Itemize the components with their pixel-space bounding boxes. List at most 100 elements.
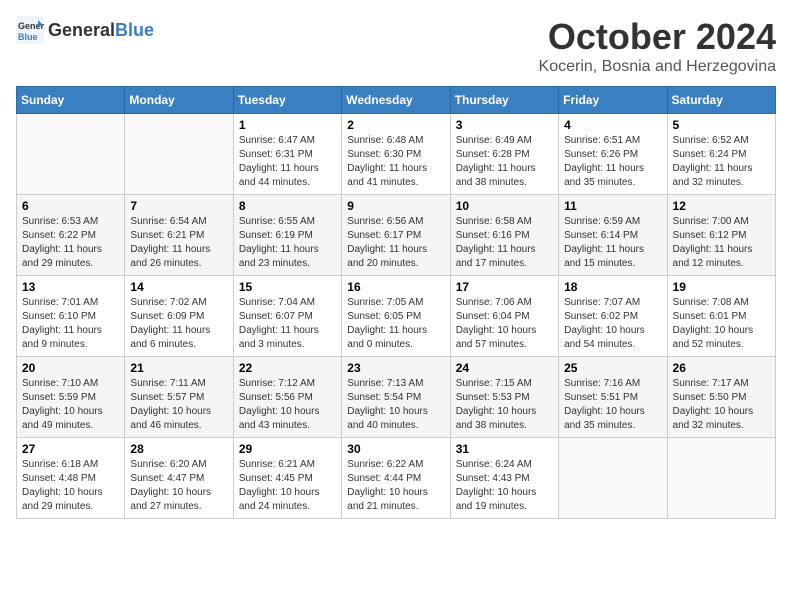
day-number: 16 [347,280,444,294]
day-info: Sunrise: 7:16 AMSunset: 5:51 PMDaylight:… [564,377,661,433]
day-info: Sunrise: 7:04 AMSunset: 6:07 PMDaylight:… [239,296,336,352]
location-title: Kocerin, Bosnia and Herzegovina [539,58,776,76]
calendar-cell: 23 Sunrise: 7:13 AMSunset: 5:54 PMDayligh… [342,357,450,438]
calendar-cell: 10 Sunrise: 6:58 AMSunset: 6:16 PMDayligh… [450,195,558,276]
calendar-cell: 16 Sunrise: 7:05 AMSunset: 6:05 PMDayligh… [342,276,450,357]
day-info: Sunrise: 7:12 AMSunset: 5:56 PMDaylight:… [239,377,336,433]
svg-text:Blue: Blue [18,32,38,42]
day-info: Sunrise: 6:52 AMSunset: 6:24 PMDaylight:… [673,134,770,190]
day-number: 11 [564,199,661,213]
calendar-cell: 1Sunrise: 6:47 AMSunset: 6:31 PMDaylight… [233,114,341,195]
weekday-header-monday: Monday [125,87,233,114]
day-number: 13 [22,280,119,294]
day-number: 17 [456,280,553,294]
day-info: Sunrise: 6:18 AMSunset: 4:48 PMDaylight:… [22,458,119,514]
calendar-cell: 12 Sunrise: 7:00 AMSunset: 6:12 PMDayligh… [667,195,775,276]
day-info: Sunrise: 6:48 AMSunset: 6:30 PMDaylight:… [347,134,444,190]
day-number: 28 [130,442,227,456]
calendar-cell: 29 Sunrise: 6:21 AMSunset: 4:45 PMDayligh… [233,438,341,519]
day-number: 12 [673,199,770,213]
day-info: Sunrise: 7:00 AMSunset: 6:12 PMDaylight:… [673,215,770,271]
day-number: 25 [564,361,661,375]
day-info: Sunrise: 7:01 AMSunset: 6:10 PMDaylight:… [22,296,119,352]
day-info: Sunrise: 7:06 AMSunset: 6:04 PMDaylight:… [456,296,553,352]
weekday-header-tuesday: Tuesday [233,87,341,114]
calendar-cell [667,438,775,519]
calendar-cell: 22 Sunrise: 7:12 AMSunset: 5:56 PMDayligh… [233,357,341,438]
calendar-cell: 19 Sunrise: 7:08 AMSunset: 6:01 PMDayligh… [667,276,775,357]
calendar-cell: 9Sunrise: 6:56 AMSunset: 6:17 PMDaylight… [342,195,450,276]
day-info: Sunrise: 7:13 AMSunset: 5:54 PMDaylight:… [347,377,444,433]
weekday-header-sunday: Sunday [17,87,125,114]
day-number: 22 [239,361,336,375]
day-info: Sunrise: 7:11 AMSunset: 5:57 PMDaylight:… [130,377,227,433]
day-info: Sunrise: 6:55 AMSunset: 6:19 PMDaylight:… [239,215,336,271]
day-number: 7 [130,199,227,213]
calendar-cell: 30 Sunrise: 6:22 AMSunset: 4:44 PMDayligh… [342,438,450,519]
calendar-cell: 2 Sunrise: 6:48 AMSunset: 6:30 PMDaylight… [342,114,450,195]
day-info: Sunrise: 6:56 AMSunset: 6:17 PMDaylight:… [347,215,444,271]
calendar-cell: 7Sunrise: 6:54 AMSunset: 6:21 PMDaylight… [125,195,233,276]
calendar-cell [559,438,667,519]
calendar-cell: 11 Sunrise: 6:59 AMSunset: 6:14 PMDayligh… [559,195,667,276]
day-info: Sunrise: 6:24 AMSunset: 4:43 PMDaylight:… [456,458,553,514]
calendar-cell: 18 Sunrise: 7:07 AMSunset: 6:02 PMDayligh… [559,276,667,357]
day-number: 27 [22,442,119,456]
weekday-header-thursday: Thursday [450,87,558,114]
calendar-cell: 25 Sunrise: 7:16 AMSunset: 5:51 PMDayligh… [559,357,667,438]
calendar-cell: 8 Sunrise: 6:55 AMSunset: 6:19 PMDaylight… [233,195,341,276]
calendar-cell: 13 Sunrise: 7:01 AMSunset: 6:10 PMDayligh… [17,276,125,357]
day-number: 10 [456,199,553,213]
calendar-cell: 31Sunrise: 6:24 AMSunset: 4:43 PMDayligh… [450,438,558,519]
calendar-cell: 24 Sunrise: 7:15 AMSunset: 5:53 PMDayligh… [450,357,558,438]
logo-general: General [48,20,115,41]
day-info: Sunrise: 7:08 AMSunset: 6:01 PMDaylight:… [673,296,770,352]
day-info: Sunrise: 6:47 AMSunset: 6:31 PMDaylight:… [239,134,336,190]
day-number: 3 [456,118,553,132]
calendar-cell: 4 Sunrise: 6:51 AMSunset: 6:26 PMDaylight… [559,114,667,195]
day-number: 19 [673,280,770,294]
day-number: 29 [239,442,336,456]
calendar-cell: 5 Sunrise: 6:52 AMSunset: 6:24 PMDaylight… [667,114,775,195]
calendar-cell [125,114,233,195]
day-number: 8 [239,199,336,213]
day-number: 15 [239,280,336,294]
calendar-cell: 3 Sunrise: 6:49 AMSunset: 6:28 PMDaylight… [450,114,558,195]
calendar-cell: 15 Sunrise: 7:04 AMSunset: 6:07 PMDayligh… [233,276,341,357]
calendar-cell: 28 Sunrise: 6:20 AMSunset: 4:47 PMDayligh… [125,438,233,519]
calendar-cell: 26Sunrise: 7:17 AMSunset: 5:50 PMDayligh… [667,357,775,438]
calendar-cell: 27 Sunrise: 6:18 AMSunset: 4:48 PMDayligh… [17,438,125,519]
day-info: Sunrise: 7:05 AMSunset: 6:05 PMDaylight:… [347,296,444,352]
day-info: Sunrise: 7:07 AMSunset: 6:02 PMDaylight:… [564,296,661,352]
day-number: 20 [22,361,119,375]
day-info: Sunrise: 6:22 AMSunset: 4:44 PMDaylight:… [347,458,444,514]
weekday-header-friday: Friday [559,87,667,114]
day-info: Sunrise: 6:59 AMSunset: 6:14 PMDaylight:… [564,215,661,271]
day-info: Sunrise: 7:15 AMSunset: 5:53 PMDaylight:… [456,377,553,433]
day-number: 2 [347,118,444,132]
day-number: 24 [456,361,553,375]
day-number: 4 [564,118,661,132]
weekday-header-wednesday: Wednesday [342,87,450,114]
calendar-cell: 21 Sunrise: 7:11 AMSunset: 5:57 PMDayligh… [125,357,233,438]
day-info: Sunrise: 6:20 AMSunset: 4:47 PMDaylight:… [130,458,227,514]
day-info: Sunrise: 6:21 AMSunset: 4:45 PMDaylight:… [239,458,336,514]
calendar-cell: 14Sunrise: 7:02 AMSunset: 6:09 PMDayligh… [125,276,233,357]
day-info: Sunrise: 6:49 AMSunset: 6:28 PMDaylight:… [456,134,553,190]
day-number: 18 [564,280,661,294]
day-number: 6 [22,199,119,213]
day-number: 5 [673,118,770,132]
calendar-cell [17,114,125,195]
day-info: Sunrise: 7:10 AMSunset: 5:59 PMDaylight:… [22,377,119,433]
logo: General Blue GeneralBlue [16,16,154,44]
title-block: October 2024 Kocerin, Bosnia and Herzego… [539,16,776,76]
month-title: October 2024 [539,16,776,58]
day-info: Sunrise: 6:58 AMSunset: 6:16 PMDaylight:… [456,215,553,271]
logo-blue: Blue [115,20,154,41]
day-info: Sunrise: 6:51 AMSunset: 6:26 PMDaylight:… [564,134,661,190]
day-number: 30 [347,442,444,456]
day-number: 14 [130,280,227,294]
day-number: 21 [130,361,227,375]
day-number: 23 [347,361,444,375]
calendar-cell: 17 Sunrise: 7:06 AMSunset: 6:04 PMDayligh… [450,276,558,357]
